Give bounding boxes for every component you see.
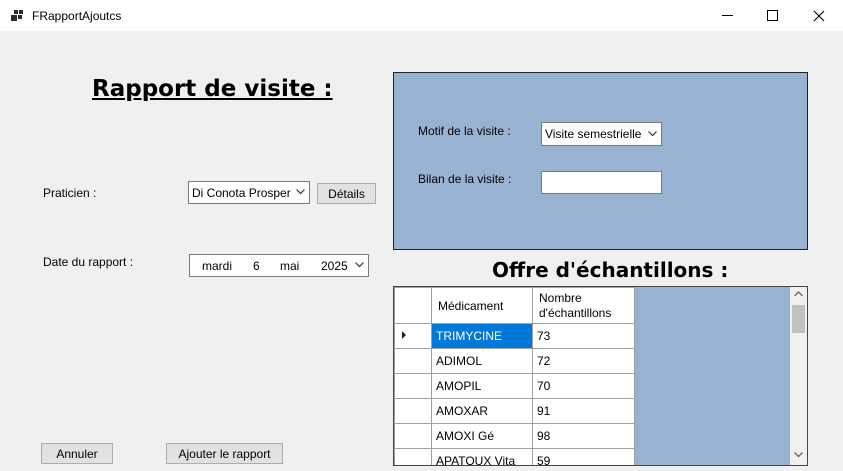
- window-title: FRapportAjoutcs: [32, 9, 122, 23]
- scroll-up-icon[interactable]: [794, 291, 803, 297]
- row-header[interactable]: [394, 398, 432, 424]
- medicament-cell[interactable]: ADIMOL: [431, 348, 533, 374]
- praticien-value: Di Conota Prosper: [192, 186, 291, 200]
- nombre-cell[interactable]: 59: [532, 448, 635, 465]
- maximize-icon: [767, 9, 778, 21]
- medicament-cell[interactable]: AMOXI Gé: [431, 423, 533, 449]
- visite-panel: Motif de la visite : Visite semestrielle…: [393, 72, 808, 250]
- chevron-down-icon: [648, 131, 657, 137]
- table-row[interactable]: AMOXI Gé 98: [394, 423, 635, 449]
- table-row[interactable]: TRIMYCINE 73: [394, 323, 635, 349]
- app-icon: [10, 9, 24, 23]
- table-row[interactable]: AMOPIL 70: [394, 373, 635, 399]
- chevron-down-icon: [296, 189, 305, 195]
- medicament-cell[interactable]: TRIMYCINE: [431, 323, 533, 349]
- motif-value: Visite semestrielle: [545, 127, 642, 141]
- table-row[interactable]: ADIMOL 72: [394, 348, 635, 374]
- row-header[interactable]: [394, 373, 432, 399]
- echantillons-grid[interactable]: Médicament Nombre d'échantillons TRIMYCI…: [393, 286, 808, 466]
- motif-select[interactable]: Visite semestrielle: [541, 122, 662, 146]
- close-button[interactable]: [796, 0, 842, 31]
- form-body: Rapport de visite : Praticien : Di Conot…: [0, 31, 843, 471]
- details-button[interactable]: Détails: [317, 183, 376, 204]
- bilan-input[interactable]: [541, 171, 662, 194]
- praticien-select[interactable]: Di Conota Prosper: [188, 181, 310, 204]
- row-header[interactable]: [394, 448, 432, 465]
- table-row[interactable]: AMOXAR 91: [394, 398, 635, 424]
- nombre-cell[interactable]: 73: [532, 323, 635, 349]
- current-row-arrow-icon: [402, 331, 406, 339]
- column-header-nombre[interactable]: Nombre d'échantillons: [532, 287, 635, 324]
- echantillons-table: Médicament Nombre d'échantillons TRIMYCI…: [394, 287, 635, 465]
- add-report-button[interactable]: Ajouter le rapport: [166, 443, 283, 464]
- date-weekday[interactable]: mardi: [202, 259, 232, 273]
- date-label: Date du rapport :: [43, 255, 134, 269]
- nombre-cell[interactable]: 72: [532, 348, 635, 374]
- date-day[interactable]: 6: [253, 259, 260, 273]
- maximize-button[interactable]: [750, 0, 796, 31]
- date-year[interactable]: 2025: [321, 259, 348, 273]
- date-month[interactable]: mai: [280, 259, 299, 273]
- page-title: Rapport de visite :: [92, 76, 333, 102]
- vertical-scrollbar[interactable]: [790, 287, 807, 465]
- minimize-icon: [722, 14, 733, 16]
- table-header-row: Médicament Nombre d'échantillons: [394, 287, 635, 324]
- motif-label: Motif de la visite :: [418, 124, 511, 138]
- table-row[interactable]: APATOUX Vita 59: [394, 448, 635, 465]
- close-icon: [813, 10, 825, 21]
- row-header[interactable]: [394, 348, 432, 374]
- cancel-button[interactable]: Annuler: [41, 443, 113, 464]
- date-picker[interactable]: mardi 6 mai 2025: [189, 254, 369, 277]
- scrollbar-thumb[interactable]: [792, 305, 805, 333]
- nombre-cell[interactable]: 98: [532, 423, 635, 449]
- row-header[interactable]: [394, 323, 432, 349]
- nombre-cell[interactable]: 91: [532, 398, 635, 424]
- nombre-cell[interactable]: 70: [532, 373, 635, 399]
- praticien-label: Praticien :: [43, 186, 97, 200]
- minimize-button[interactable]: [705, 0, 751, 31]
- title-bar: FRapportAjoutcs: [0, 0, 843, 31]
- corner-header: [394, 287, 432, 324]
- column-header-medicament[interactable]: Médicament: [431, 287, 533, 324]
- medicament-cell[interactable]: AMOXAR: [431, 398, 533, 424]
- offre-heading: Offre d'échantillons :: [492, 258, 729, 282]
- medicament-cell[interactable]: AMOPIL: [431, 373, 533, 399]
- chevron-down-icon[interactable]: [355, 262, 364, 268]
- bilan-label: Bilan de la visite :: [418, 172, 512, 186]
- medicament-cell[interactable]: APATOUX Vita: [431, 448, 533, 465]
- row-header[interactable]: [394, 423, 432, 449]
- scroll-down-icon[interactable]: [794, 452, 803, 458]
